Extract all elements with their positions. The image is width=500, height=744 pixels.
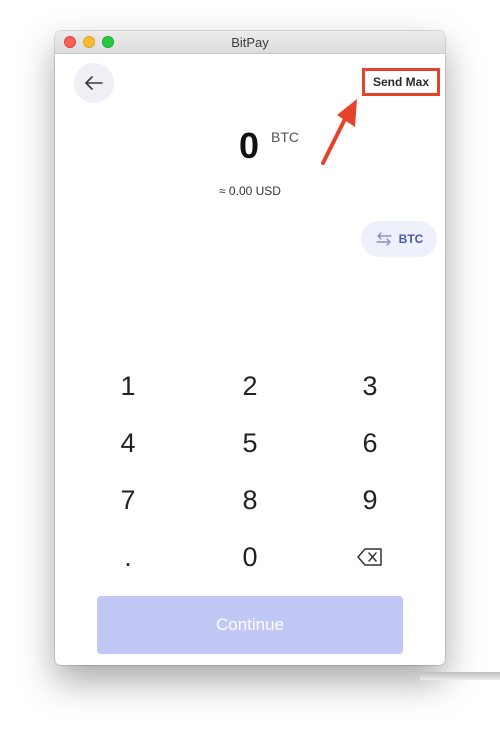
send-max-button[interactable]: Send Max (362, 68, 440, 96)
background-shadow (420, 672, 500, 680)
app-window: BitPay Send Max 0 BTC ≈ 0.00 USD BTC 1 2… (55, 31, 445, 665)
currency-toggle-label: BTC (398, 232, 424, 246)
annotation-arrow-icon (321, 99, 357, 165)
fiat-equivalent: ≈ 0.00 USD (219, 184, 281, 198)
backspace-icon (357, 548, 382, 566)
keypad-key-6[interactable]: 6 (330, 420, 410, 466)
currency-toggle-button[interactable]: BTC (361, 221, 437, 257)
keypad-key-2[interactable]: 2 (210, 363, 290, 409)
keypad-backspace-button[interactable] (330, 534, 410, 580)
keypad-key-8[interactable]: 8 (210, 477, 290, 523)
keypad-key-decimal[interactable]: . (88, 534, 168, 580)
continue-button[interactable]: Continue (97, 596, 403, 654)
amount-unit: BTC (271, 129, 299, 145)
keypad-key-3[interactable]: 3 (330, 363, 410, 409)
title-bar: BitPay (55, 31, 445, 54)
amount-value: 0 (239, 125, 260, 166)
swap-arrows-icon (375, 232, 392, 246)
keypad-key-5[interactable]: 5 (210, 420, 290, 466)
keypad-key-7[interactable]: 7 (88, 477, 168, 523)
keypad-key-4[interactable]: 4 (88, 420, 168, 466)
arrow-left-icon (85, 76, 103, 90)
keypad-key-0[interactable]: 0 (210, 534, 290, 580)
back-button[interactable] (74, 63, 114, 103)
window-title: BitPay (231, 35, 269, 50)
keypad-key-1[interactable]: 1 (88, 363, 168, 409)
keypad-key-9[interactable]: 9 (330, 477, 410, 523)
